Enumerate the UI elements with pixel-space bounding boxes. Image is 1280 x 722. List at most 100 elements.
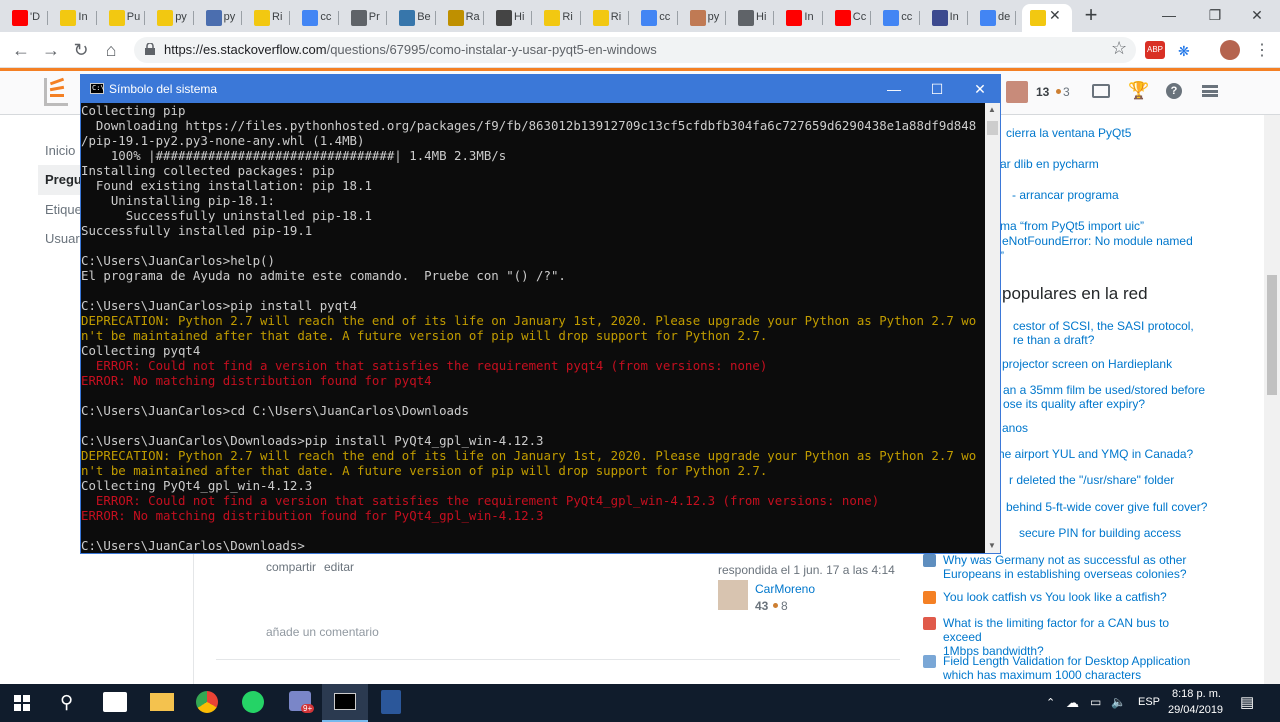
browser-tab[interactable]: py (145, 4, 192, 32)
command-prompt-window[interactable]: C:\ Símbolo del sistema — ☐ ✕ Collecting… (80, 74, 1001, 554)
answer-user-avatar[interactable] (718, 580, 748, 610)
profile-avatar[interactable] (1220, 40, 1240, 60)
stackoverflow-logo-icon[interactable] (44, 77, 68, 106)
cmd-output[interactable]: Collecting pip Downloading https://files… (81, 103, 984, 553)
help-icon[interactable]: ? (1166, 83, 1182, 99)
back-icon[interactable]: ← (10, 39, 32, 61)
edit-link[interactable]: editar (324, 560, 354, 574)
bookmark-star-icon[interactable]: ☆ (1111, 38, 1127, 59)
browser-tab[interactable]: Hi (726, 4, 773, 32)
browser-tab[interactable]: py (678, 4, 725, 32)
browser-tab[interactable]: cc (629, 4, 676, 32)
user-avatar[interactable] (1006, 81, 1028, 103)
home-icon[interactable]: ⌂ (100, 39, 122, 61)
reload-icon[interactable]: ↻ (70, 39, 92, 61)
hot-question-link[interactable]: Field Length Validation for Desktop Appl… (943, 654, 1203, 682)
show-hidden-icons[interactable]: ⌃ (1046, 696, 1055, 709)
close-tab-icon[interactable]: ✕ (1049, 7, 1061, 24)
notifications-icon[interactable]: ▤ (1240, 693, 1254, 711)
browser-tab[interactable]: de (968, 4, 1015, 32)
bronze-badge-icon (1056, 89, 1061, 94)
menu-dots-icon[interactable]: ⋮ (1254, 40, 1270, 60)
clock-time[interactable]: 8:18 p. m. (1172, 688, 1221, 700)
hot-question-link[interactable]: behind 5-ft-wide cover give full cover? (1006, 500, 1266, 514)
hot-question-link[interactable]: he airport YUL and YMQ in Canada? (998, 447, 1258, 461)
windows-start-icon[interactable] (14, 695, 30, 711)
hot-question-link[interactable]: an a 35mm film be used/stored before ose … (1003, 383, 1263, 411)
cmd-close-button[interactable]: ✕ (957, 75, 1003, 103)
browser-tab[interactable]: cc (871, 4, 918, 32)
volume-icon[interactable]: 🔈 (1111, 695, 1126, 709)
hot-question-link[interactable]: secure PIN for building access (1019, 526, 1279, 540)
tab-favicon-icon (399, 10, 416, 26)
active-browser-tab[interactable] (1022, 4, 1072, 32)
browser-tab[interactable]: cc (290, 4, 337, 32)
answer-user-name[interactable]: CarMoreno (755, 582, 815, 596)
scroll-down-icon[interactable]: ▼ (988, 541, 996, 550)
whatsapp-icon[interactable] (242, 691, 264, 713)
cmd-taskbar-button[interactable] (322, 684, 368, 722)
browser-tab[interactable]: Ra (436, 4, 483, 32)
hot-question-link[interactable]: cestor of SCSI, the SASI protocol, re tha… (1013, 319, 1273, 347)
maximize-button[interactable]: ❐ (1192, 0, 1238, 30)
hot-question-link[interactable]: anos (1002, 421, 1262, 435)
nav-etiquetas[interactable]: Etique (45, 202, 82, 217)
word-app-icon[interactable] (381, 690, 401, 714)
related-link[interactable]: - arrancar programa (1012, 188, 1272, 202)
cmd-line (81, 388, 984, 403)
browser-tab[interactable]: py (194, 4, 241, 32)
browser-tab[interactable]: Cc (823, 4, 870, 32)
scroll-up-icon[interactable]: ▲ (988, 105, 996, 114)
hot-question-link[interactable]: Why was Germany not as successful as oth… (943, 553, 1203, 581)
browser-tab[interactable]: In (48, 4, 95, 32)
forward-icon[interactable]: → (40, 39, 62, 61)
achievements-trophy-icon[interactable]: 🏆 (1128, 81, 1149, 101)
hot-question-link[interactable]: What is the limiting factor for a CAN bu… (943, 616, 1203, 658)
browser-tab[interactable]: Hi (484, 4, 531, 32)
site-switcher-icon[interactable] (1202, 85, 1218, 97)
browser-tab[interactable]: In (774, 4, 821, 32)
nav-usuarios[interactable]: Usuari (45, 231, 83, 246)
related-link[interactable]: cierra la ventana PyQt5 (1006, 126, 1266, 140)
hot-question-link[interactable]: You look catfish vs You look like a catf… (943, 590, 1203, 604)
browser-tab[interactable]: Pr (339, 4, 386, 32)
browser-tab-strip: ✕ + — ❐ ✕ 'D In Pu py py Ri cc Pr Be Ra Hi Ri Ri cc py… (0, 0, 1280, 32)
close-window-button[interactable]: ✕ (1234, 0, 1280, 30)
file-explorer-icon[interactable] (150, 693, 174, 711)
cmd-maximize-button[interactable]: ☐ (914, 75, 960, 103)
inbox-icon[interactable] (1092, 84, 1110, 98)
language-indicator[interactable]: ESP (1138, 696, 1160, 708)
related-link[interactable]: ma “from PyQt5 import uic” (1000, 219, 1260, 233)
chrome-icon[interactable] (196, 691, 218, 713)
cmd-minimize-button[interactable]: — (871, 75, 917, 103)
answer-divider (216, 659, 900, 660)
url-text[interactable]: https://es.stackoverflow.com/questions/6… (164, 42, 657, 57)
add-comment-link[interactable]: añade un comentario (266, 625, 379, 639)
browser-tab[interactable]: Ri (581, 4, 628, 32)
browser-tab[interactable]: 'D (0, 4, 47, 32)
browser-tab[interactable]: In (920, 4, 967, 32)
minimize-button[interactable]: — (1146, 0, 1192, 30)
mail-app-icon[interactable] (103, 692, 127, 712)
related-link[interactable]: eNotFoundError: No module named (1002, 234, 1262, 248)
search-icon[interactable]: ⚲ (60, 692, 73, 713)
browser-tab[interactable]: Ri (242, 4, 289, 32)
extension-abp-icon[interactable]: ABP (1145, 41, 1165, 59)
nav-inicio[interactable]: Inicio (45, 143, 75, 158)
clock-date[interactable]: 29/04/2019 (1168, 704, 1223, 716)
browser-tab[interactable]: Pu (97, 4, 144, 32)
new-tab-button[interactable]: + (1078, 4, 1104, 28)
browser-tab[interactable]: Be (387, 4, 434, 32)
hot-question-link[interactable]: r deleted the "/usr/share" folder (1009, 473, 1269, 487)
cmd-title-bar[interactable]: C:\ Símbolo del sistema — ☐ ✕ (81, 75, 1000, 103)
related-link[interactable]: ” (1000, 249, 1260, 263)
onedrive-icon[interactable]: ☁ (1066, 695, 1079, 711)
share-link[interactable]: compartir (266, 560, 316, 574)
browser-tab[interactable]: Ri (532, 4, 579, 32)
page-scrollbar[interactable] (1264, 115, 1280, 685)
related-link[interactable]: ar dlib en pycharm (1000, 157, 1260, 171)
cmd-scrollbar[interactable]: ▲ ▼ (985, 103, 1000, 553)
extension-share-icon[interactable]: ❋ (1178, 43, 1194, 59)
hot-question-link[interactable]: projector screen on Hardieplank (1002, 357, 1262, 371)
network-icon[interactable]: ▭ (1090, 695, 1101, 709)
